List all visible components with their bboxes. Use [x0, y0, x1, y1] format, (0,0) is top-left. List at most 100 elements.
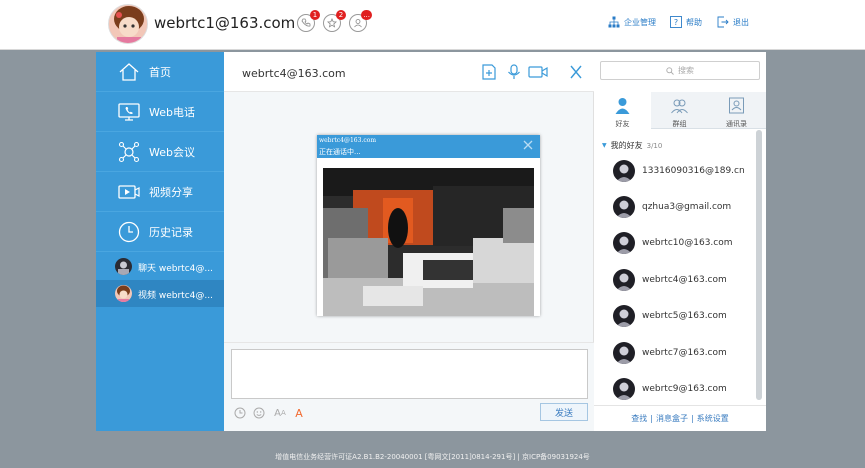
contact-name: 13316090316@189.cn — [642, 166, 745, 176]
tab-address-book[interactable]: 通讯录 — [708, 92, 765, 129]
session-chat[interactable]: 聊天 webrtc4@... — [96, 253, 224, 280]
video-call-window[interactable]: webrtc4@163.com 正在通话中... — [317, 135, 540, 316]
contact-item[interactable]: webrtc7@163.com — [594, 339, 754, 369]
close-video-icon[interactable] — [522, 139, 534, 151]
separator: | — [691, 414, 694, 423]
video-call-titlebar[interactable]: webrtc4@163.com 正在通话中... — [317, 135, 540, 158]
session-video-label: 视频 webrtc4@... — [138, 291, 213, 301]
nav-video-share[interactable]: 视频分享 — [96, 172, 224, 212]
video-camera-icon[interactable] — [528, 64, 548, 80]
session-video[interactable]: 视频 webrtc4@... — [96, 280, 224, 307]
tab-groups-label: 群组 — [672, 120, 687, 128]
message-box-link[interactable]: 消息盒子 — [656, 413, 688, 424]
tab-friends[interactable]: 好友 — [594, 92, 651, 129]
logout-icon — [717, 16, 729, 28]
separator: | — [650, 414, 653, 423]
friend-group-label: 我的好友 — [610, 141, 643, 150]
contacts-panel: 搜索 好友 群组 通讯录 ▼ 我的好友 3/10 13316090316@189… — [594, 52, 766, 431]
close-chat-icon[interactable] — [567, 64, 585, 80]
contacts-request-icon[interactable]: ... — [349, 10, 372, 32]
nav-home[interactable]: 首页 — [96, 52, 224, 92]
video-peer-name: webrtc4@163.com — [319, 137, 377, 144]
contact-tabs: 好友 群组 通讯录 — [594, 92, 766, 129]
video-stream — [323, 168, 534, 316]
microphone-icon[interactable] — [505, 64, 523, 80]
contact-avatar — [613, 196, 635, 218]
session-video-avatar — [115, 285, 132, 302]
tab-groups[interactable]: 群组 — [651, 92, 708, 129]
contact-item[interactable]: webrtc9@163.com — [594, 375, 754, 405]
contact-search-input[interactable]: 搜索 — [600, 61, 760, 80]
help-link[interactable]: ? 帮助 — [670, 16, 702, 28]
find-link[interactable]: 查找 — [631, 413, 647, 424]
tab-friends-label: 好友 — [615, 120, 630, 128]
contact-item[interactable]: qzhua3@gmail.com — [594, 193, 754, 223]
video-play-icon — [118, 185, 140, 199]
chat-panel: webrtc4@163.com webrtc4@163.com 正在通话中... — [224, 52, 594, 431]
session-chat-avatar — [115, 258, 132, 275]
message-input[interactable] — [231, 349, 588, 399]
svg-text:?: ? — [674, 18, 678, 27]
session-chat-label: 聊天 webrtc4@... — [138, 264, 213, 274]
nav-history-label: 历史记录 — [149, 225, 193, 239]
enterprise-admin-link[interactable]: 企业管理 — [608, 16, 656, 28]
user-avatar[interactable] — [108, 4, 148, 44]
star-badge: 2 — [336, 10, 346, 20]
font-color-button[interactable]: A — [292, 406, 306, 420]
message-composer: AA A 发送 — [224, 342, 594, 431]
nav-history[interactable]: 历史记录 — [96, 212, 224, 252]
contact-item[interactable]: webrtc10@163.com — [594, 229, 754, 259]
nav-web-conference[interactable]: Web会议 — [96, 132, 224, 172]
contact-name: webrtc4@163.com — [642, 275, 727, 285]
history-clock-icon[interactable] — [233, 406, 247, 420]
org-chart-icon — [608, 16, 620, 28]
contact-item[interactable]: webrtc4@163.com — [594, 266, 754, 296]
address-book-icon — [729, 97, 744, 114]
contacts-badge: ... — [361, 10, 372, 20]
contact-item[interactable]: 13316090316@189.cn — [594, 157, 754, 187]
app-window: 首页 Web电话 Web会议 视频分享 历史记录 聊天 webrtc4@... — [96, 52, 766, 431]
font-size-button[interactable]: AA — [271, 406, 289, 420]
nav-web-phone[interactable]: Web电话 — [96, 92, 224, 132]
contact-item[interactable]: webrtc5@163.com — [594, 302, 754, 332]
search-placeholder: 搜索 — [678, 66, 694, 75]
send-button[interactable]: 发送 — [540, 403, 588, 421]
contact-avatar — [613, 378, 635, 400]
emoji-icon[interactable] — [252, 406, 266, 420]
chat-header: webrtc4@163.com — [224, 52, 594, 92]
triangle-down-icon: ▼ — [602, 142, 607, 149]
contact-avatar — [613, 305, 635, 327]
file-transfer-icon[interactable] — [480, 64, 498, 80]
font-size-small-glyph: A — [281, 409, 286, 417]
chat-title: webrtc4@163.com — [242, 67, 346, 80]
top-header: webrtc1@163.com 1 2 ... 企业管理 ? 帮助 退出 — [0, 0, 865, 50]
star-icon[interactable]: 2 — [323, 10, 346, 32]
sidebar: 首页 Web电话 Web会议 视频分享 历史记录 聊天 webrtc4@... — [96, 52, 224, 431]
conference-icon — [118, 141, 140, 163]
logout-label: 退出 — [733, 17, 749, 27]
contacts-footer: 查找 | 消息盒子 | 系统设置 — [594, 405, 766, 431]
contacts-scrollbar[interactable] — [756, 130, 762, 400]
license-footer: 增值电信业务经营许可证A2.B1.B2-20040001 [粤网文[2011]0… — [275, 453, 590, 461]
contact-name: webrtc10@163.com — [642, 238, 733, 248]
contact-name: webrtc5@163.com — [642, 311, 727, 321]
contact-avatar — [613, 269, 635, 291]
logout-link[interactable]: 退出 — [717, 16, 749, 28]
contact-name: webrtc9@163.com — [642, 384, 727, 394]
font-size-label: A — [274, 407, 282, 419]
friend-group-header[interactable]: ▼ 我的好友 3/10 — [602, 140, 662, 151]
tab-address-book-label: 通讯录 — [726, 120, 747, 128]
phone-icon[interactable]: 1 — [297, 10, 320, 32]
nav-home-label: 首页 — [149, 65, 171, 79]
contact-name: qzhua3@gmail.com — [642, 202, 732, 212]
friend-group-count: 3/10 — [646, 141, 663, 150]
home-icon — [119, 63, 139, 81]
font-color-label: A — [295, 406, 303, 420]
username: webrtc1@163.com — [154, 14, 296, 32]
contact-avatar — [613, 160, 635, 182]
system-settings-link[interactable]: 系统设置 — [697, 413, 729, 424]
nav-web-phone-label: Web电话 — [149, 105, 195, 119]
group-icon — [671, 99, 688, 114]
contacts-scrollbar-thumb[interactable] — [756, 130, 762, 400]
contact-avatar — [613, 232, 635, 254]
